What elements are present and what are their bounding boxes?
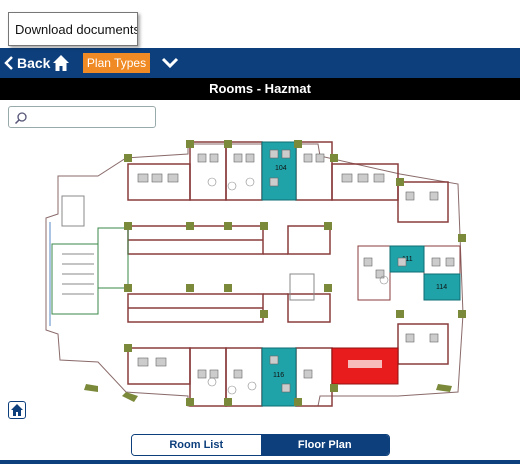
floor-plan[interactable]: 104 116 111 114 (38, 134, 478, 414)
search-input[interactable] (8, 106, 156, 128)
search-icon (14, 112, 27, 125)
plan-types-button[interactable]: Plan Types (83, 53, 150, 73)
tab-room-list[interactable]: Room List (132, 435, 261, 455)
back-button[interactable]: Back (4, 48, 50, 78)
room-116-label: 116 (273, 372, 284, 379)
zoom-home-button[interactable] (8, 401, 26, 419)
room-114-label: 114 (436, 284, 447, 291)
view-toggle: Room List Floor Plan (131, 434, 390, 456)
room-104-label: 104 (275, 165, 287, 172)
home-icon[interactable] (52, 54, 70, 72)
download-tooltip: Download documents. (8, 12, 138, 46)
page-title: Rooms - Hazmat (0, 78, 520, 100)
back-label: Back (17, 55, 51, 71)
tab-floor-plan[interactable]: Floor Plan (260, 435, 389, 455)
top-nav-bar: Back (0, 48, 520, 78)
chevron-down-icon[interactable] (160, 55, 180, 71)
back-chevron-icon (4, 56, 13, 70)
bottom-bar (0, 460, 520, 464)
home-icon (11, 404, 23, 416)
